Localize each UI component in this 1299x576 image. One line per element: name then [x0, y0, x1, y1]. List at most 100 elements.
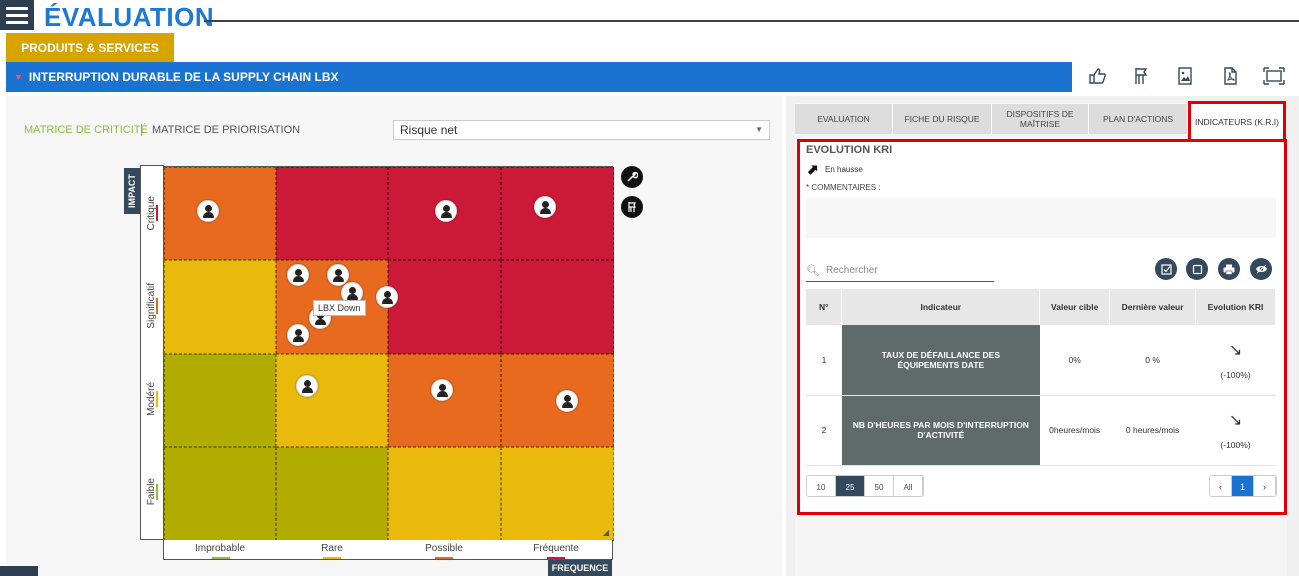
- title-divider: [204, 20, 1299, 22]
- col-target-value[interactable]: Valeur cible: [1039, 289, 1111, 325]
- x-label-rare: Rare: [321, 543, 343, 554]
- tab-action-plan[interactable]: PLAN D'ACTIONS: [1089, 104, 1188, 134]
- page-number[interactable]: 1: [1232, 476, 1254, 496]
- risk-marker[interactable]: [287, 324, 309, 346]
- tab-evaluation[interactable]: EVALUATION: [795, 104, 893, 134]
- matrix-cell[interactable]: [388, 260, 501, 354]
- image-icon[interactable]: [1173, 64, 1197, 88]
- page-size-10[interactable]: 10: [807, 476, 836, 496]
- y-label-faible: Faible: [145, 478, 158, 506]
- tab-separator: [141, 124, 142, 136]
- risk-marker[interactable]: [287, 264, 309, 286]
- flag-icon[interactable]: [1129, 64, 1153, 88]
- category-tab[interactable]: PRODUITS & SERVICES: [6, 33, 174, 62]
- uncheck-all-button[interactable]: [1186, 258, 1208, 280]
- risk-marker[interactable]: [296, 375, 318, 397]
- target-value: 0heures/mois: [1039, 395, 1110, 466]
- trend-label: En hausse: [825, 165, 863, 174]
- prev-page-button[interactable]: ‹: [1210, 476, 1232, 496]
- risk-type-select[interactable]: Risque net ▼: [393, 120, 770, 140]
- row-number: 2: [806, 395, 842, 466]
- comments-label: * COMMENTAIRES :: [806, 183, 881, 192]
- last-value: 0 %: [1109, 325, 1196, 396]
- flag-icon[interactable]: [621, 196, 643, 218]
- level-mark: [435, 557, 453, 559]
- caret-down-icon: ▼: [14, 72, 23, 82]
- col-indicator[interactable]: Indicateur: [841, 289, 1041, 325]
- risk-marker[interactable]: [197, 200, 219, 222]
- impact-axis-label: IMPACT: [124, 168, 140, 214]
- page-size-all[interactable]: All: [894, 476, 923, 496]
- trend-up-arrow-icon: ⬈: [807, 161, 819, 177]
- level-mark: [323, 557, 341, 559]
- risk-marker[interactable]: [534, 196, 556, 218]
- visibility-button[interactable]: [1250, 258, 1272, 280]
- matrix-cell[interactable]: [164, 260, 276, 354]
- x-label-possible: Possible: [425, 543, 463, 554]
- risk-marker[interactable]: [435, 200, 457, 222]
- next-page-button[interactable]: ›: [1254, 476, 1276, 496]
- thumb-icon[interactable]: [1085, 64, 1109, 88]
- risk-title-bar[interactable]: ▼ INTERRUPTION DURABLE DE LA SUPPLY CHAI…: [6, 62, 1072, 92]
- menu-button[interactable]: [0, 0, 34, 30]
- risk-marker[interactable]: [431, 379, 453, 401]
- comments-field[interactable]: [806, 198, 1276, 238]
- matrix-cell[interactable]: [276, 447, 388, 541]
- evolution-value: (-100%): [1220, 440, 1251, 450]
- trend-down-arrow-icon: ↘: [1228, 341, 1243, 359]
- tab-prioritization-matrix[interactable]: MATRICE DE PRIORISATION: [152, 124, 300, 136]
- tab-risk-sheet[interactable]: FICHE DU RISQUE: [893, 104, 992, 134]
- footer-stub: [0, 566, 38, 576]
- fullscreen-icon[interactable]: [1262, 64, 1286, 88]
- col-evolution[interactable]: Evolution KRI: [1195, 289, 1276, 325]
- matrix-cell[interactable]: [276, 167, 388, 260]
- risk-marker[interactable]: [376, 286, 398, 308]
- tab-criticality-matrix[interactable]: MATRICE DE CRITICITÉ: [24, 124, 148, 136]
- indicator-name: NB D'HEURES PAR MOIS D'INTERRUPTION D'AC…: [841, 395, 1040, 466]
- table-row[interactable]: 2 NB D'HEURES PAR MOIS D'INTERRUPTION D'…: [806, 395, 1276, 466]
- matrix-cell[interactable]: [164, 354, 276, 447]
- risk-type-select-value: Risque net: [400, 123, 458, 137]
- matrix-cell[interactable]: [501, 260, 614, 354]
- evolution-cell: ↘ (-100%): [1195, 395, 1276, 466]
- col-number[interactable]: N°: [806, 289, 843, 325]
- matrix-cell[interactable]: [276, 354, 388, 447]
- search-input[interactable]: 🔍︎ Rechercher: [806, 260, 994, 282]
- check-all-button[interactable]: [1155, 258, 1177, 280]
- x-label-improbable: Improbable: [194, 543, 246, 554]
- matrix-cell[interactable]: [388, 447, 501, 541]
- tab-controls[interactable]: DISPOSITIFS DE MAÎTRISE: [992, 104, 1089, 134]
- table-row[interactable]: 1 TAUX DE DÉFAILLANCE DES ÉQUIPEMENTS DA…: [806, 325, 1276, 396]
- resize-grip-icon[interactable]: ◢: [603, 528, 609, 537]
- page-size-25[interactable]: 25: [836, 476, 865, 496]
- search-placeholder: Rechercher: [825, 265, 878, 276]
- target-value: 0%: [1039, 325, 1110, 396]
- matrix-cell[interactable]: [164, 447, 276, 541]
- risk-title: INTERRUPTION DURABLE DE LA SUPPLY CHAIN …: [28, 70, 339, 84]
- matrix-cell[interactable]: [501, 167, 614, 260]
- matrix-cell[interactable]: [501, 447, 614, 541]
- wrench-icon[interactable]: [621, 166, 643, 188]
- risk-marker[interactable]: [556, 390, 578, 412]
- search-icon: 🔍︎: [806, 265, 820, 277]
- level-mark: [212, 557, 230, 559]
- indicator-name: TAUX DE DÉFAILLANCE DES ÉQUIPEMENTS DATE: [841, 325, 1040, 396]
- risk-tooltip: LBX Down: [313, 300, 366, 316]
- page-size-50[interactable]: 50: [865, 476, 894, 496]
- col-last-value[interactable]: Dernière valeur: [1109, 289, 1197, 325]
- matrix-cell[interactable]: [164, 167, 276, 260]
- page-size-selector: 10 25 50 All: [806, 475, 924, 497]
- row-number: 1: [806, 325, 842, 396]
- kri-title: EVOLUTION KRI: [806, 144, 893, 156]
- tab-kri[interactable]: INDICATEURS (K.R.I): [1188, 101, 1286, 139]
- last-value: 0 heures/mois: [1109, 395, 1196, 466]
- y-label-modere: Modéré: [145, 382, 158, 416]
- print-button[interactable]: [1218, 258, 1240, 280]
- kri-table: N° Indicateur Valeur cible Dernière vale…: [806, 289, 1276, 466]
- pdf-icon[interactable]: [1218, 64, 1242, 88]
- y-label-significatif: Significatif: [145, 283, 158, 329]
- risk-matrix: ◢: [163, 166, 614, 541]
- trend-down-arrow-icon: ↘: [1228, 412, 1243, 429]
- app-title: ÉVALUATION: [44, 2, 215, 32]
- y-label-critique: Critique: [145, 195, 158, 231]
